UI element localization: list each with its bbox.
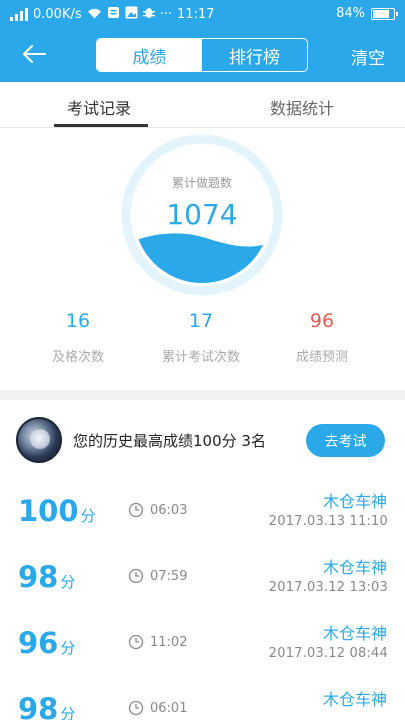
record-username: 木仓车神 (322, 624, 387, 643)
record-score: 98 分 (18, 560, 75, 594)
stat-score-prediction: 96 成绩预测 (262, 310, 382, 365)
record-row[interactable]: 98 分 06:01 木仓车神 (0, 680, 405, 720)
stat-pass-count: 16 及格次数 (18, 310, 138, 365)
status-bar-right: 84% (336, 6, 398, 21)
score-unit: 分 (60, 639, 76, 657)
stat-value: 96 (309, 310, 335, 332)
gauge-title: 累计做题数 (171, 176, 232, 190)
clock-time: 11:17 (177, 6, 215, 22)
more-icon: ··· (159, 6, 173, 22)
record-duration: 06:01 (150, 701, 188, 716)
record-username: 木仓车神 (322, 558, 387, 577)
score-unit: 分 (80, 507, 96, 525)
record-score: 98 分 (18, 692, 75, 720)
record-duration: 11:02 (150, 635, 188, 650)
best-score-text: 您的历史最高成绩100分 3名 (73, 432, 266, 450)
bug-icon (142, 6, 155, 22)
record-row[interactable]: 96 分 11:02 木仓车神 2017.03.12 08:44 (0, 614, 405, 680)
signal-icon (10, 7, 28, 21)
subtab-bar: 考试记录 数据统计 (0, 82, 405, 128)
gauge-value: 1074 (166, 198, 238, 231)
battery-level (373, 9, 389, 18)
avatar[interactable] (16, 417, 62, 463)
battery-icon (371, 7, 398, 20)
clock-icon (128, 700, 144, 716)
score-number: 96 (18, 626, 59, 660)
stats-row: 16 及格次数 17 累计考试次数 96 成绩预测 (0, 310, 405, 380)
best-score-row: 您的历史最高成绩100分 3名 去考试 (0, 400, 405, 480)
subtab-exam-records[interactable]: 考试记录 (67, 95, 131, 119)
clock-icon (128, 568, 144, 584)
stat-value: 17 (188, 310, 214, 332)
back-button[interactable] (16, 40, 52, 68)
score-number: 98 (18, 560, 59, 594)
record-row[interactable]: 100 分 06:03 木仓车神 2017.03.13 11:10 (0, 482, 405, 548)
segmented-control: 成绩 排行榜 (96, 38, 308, 72)
section-divider (0, 390, 405, 400)
subtab-active-indicator (54, 124, 148, 127)
record-duration: 06:03 (150, 503, 188, 518)
score-unit: 分 (60, 573, 76, 591)
record-score: 100 分 (18, 494, 96, 528)
record-datetime: 2017.03.12 13:03 (268, 580, 388, 595)
clock-icon (128, 502, 144, 518)
stat-label: 成绩预测 (295, 350, 348, 365)
record-datetime: 2017.03.13 11:10 (268, 514, 388, 529)
record-row[interactable]: 98 分 07:59 木仓车神 2017.03.12 13:03 (0, 548, 405, 614)
take-exam-button[interactable]: 去考试 (306, 424, 385, 457)
stat-label: 累计考试次数 (161, 350, 240, 365)
clock-icon (128, 634, 144, 650)
clear-button[interactable]: 清空 (351, 44, 385, 69)
score-number: 100 (18, 494, 79, 528)
image-icon (125, 6, 138, 22)
tab-score[interactable]: 成绩 (97, 39, 202, 71)
stat-label: 及格次数 (51, 350, 104, 365)
subtab-statistics[interactable]: 数据统计 (270, 95, 334, 119)
score-number: 98 (18, 692, 59, 720)
record-duration: 07:59 (150, 569, 188, 584)
wifi-icon (87, 7, 102, 22)
record-username: 木仓车神 (322, 492, 387, 511)
network-speed: 0.00K/s (33, 6, 82, 22)
record-datetime: 2017.03.12 08:44 (268, 646, 388, 661)
moon-icon (30, 429, 50, 449)
status-bar-left: 0.00K/s ··· 11:17 (10, 6, 215, 22)
arrow-left-icon (23, 45, 46, 63)
notification-icon (107, 6, 120, 22)
stat-value: 16 (65, 310, 91, 332)
app-header: 0.00K/s ··· 11:17 84% 成绩 排行榜 清空 (0, 0, 405, 82)
status-bar: 0.00K/s ··· 11:17 84% (0, 0, 405, 30)
record-username: 木仓车神 (322, 690, 387, 709)
tab-ranking[interactable]: 排行榜 (202, 39, 307, 71)
record-score: 96 分 (18, 626, 75, 660)
battery-percent: 84% (336, 6, 365, 21)
stat-exam-count: 17 累计考试次数 (141, 310, 261, 365)
score-unit: 分 (60, 705, 76, 720)
